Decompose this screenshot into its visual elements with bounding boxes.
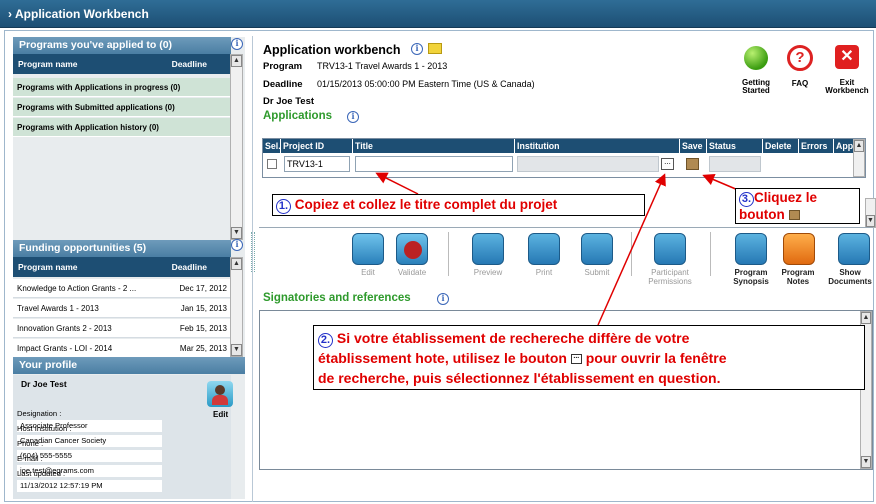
annotation-text: pour ouvrir la fenêtre (585, 350, 727, 366)
annotation-text: Copiez et collez le titre complet du pro… (294, 197, 558, 212)
annotation-number: 3. (739, 192, 754, 207)
annotation-text: établissement hote, utilisez le bouton (318, 350, 567, 366)
annotation-text: de recherche, puis sélectionnez l'établi… (318, 370, 721, 386)
save-icon (788, 210, 800, 221)
annotation-text: Cliquez le (754, 190, 818, 205)
annotation-number: 1. (276, 199, 291, 214)
annotation-text: Si votre établissement de rechereche dif… (336, 330, 690, 346)
annotation-arrows (375, 172, 739, 326)
annotation-1: 1. Copiez et collez le titre complet du … (272, 194, 645, 216)
annotation-number: 2. (318, 333, 333, 348)
annotation-2: 2. Si votre établissement de rechereche … (313, 325, 865, 390)
annotation-arrow-3 (702, 173, 739, 191)
annotation-text: bouton (739, 207, 785, 222)
annotation-3: 3. Cliquez le bouton (735, 188, 860, 224)
annotation-arrow-1 (375, 172, 419, 195)
lookup-button-icon: ... (570, 353, 582, 365)
